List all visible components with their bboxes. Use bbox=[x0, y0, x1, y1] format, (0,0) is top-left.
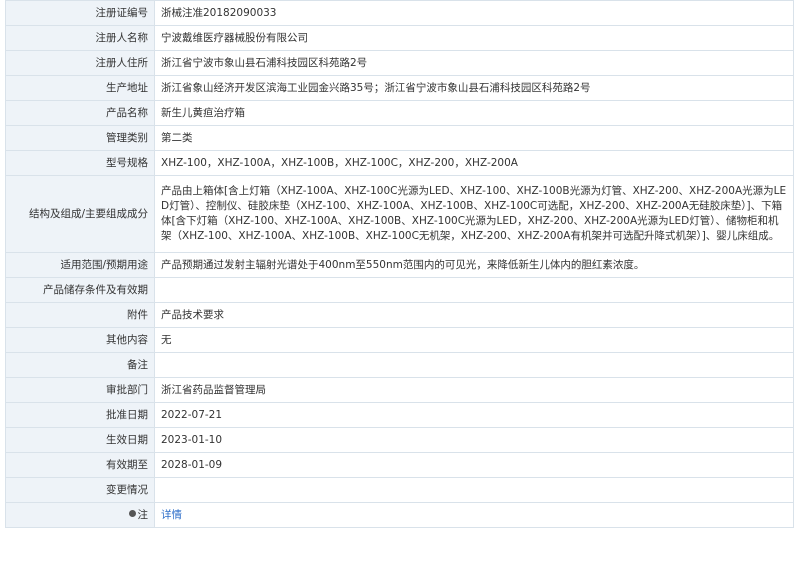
row-change-history: 变更情况 bbox=[5, 477, 794, 503]
row-label: 附件 bbox=[5, 302, 155, 328]
row-label: 其他内容 bbox=[5, 327, 155, 353]
row-remarks: 备注 bbox=[5, 352, 794, 378]
row-value bbox=[154, 352, 794, 378]
row-label: 适用范围/预期用途 bbox=[5, 252, 155, 278]
info-dot-icon bbox=[128, 510, 136, 517]
row-structure-composition: 结构及组成/主要组成成分 产品由上箱体[含上灯箱（XHZ-100A、XHZ-10… bbox=[5, 175, 794, 253]
row-label: 变更情况 bbox=[5, 477, 155, 503]
row-label: 审批部门 bbox=[5, 377, 155, 403]
row-model-spec: 型号规格 XHZ-100，XHZ-100A，XHZ-100B，XHZ-100C，… bbox=[5, 150, 794, 176]
row-storage-conditions: 产品储存条件及有效期 bbox=[5, 277, 794, 303]
row-note: 注 详情 bbox=[5, 502, 794, 528]
row-value: 宁波戴维医疗器械股份有限公司 bbox=[154, 25, 794, 51]
row-value: 浙江省宁波市象山县石浦科技园区科苑路2号 bbox=[154, 50, 794, 76]
row-attachment: 附件 产品技术要求 bbox=[5, 302, 794, 328]
row-value: 浙江省象山经济开发区滨海工业园金兴路35号；浙江省宁波市象山县石浦科技园区科苑路… bbox=[154, 75, 794, 101]
row-label: 管理类别 bbox=[5, 125, 155, 151]
row-value bbox=[154, 477, 794, 503]
row-label: 生产地址 bbox=[5, 75, 155, 101]
row-value bbox=[154, 277, 794, 303]
row-label: 生效日期 bbox=[5, 427, 155, 453]
row-management-category: 管理类别 第二类 bbox=[5, 125, 794, 151]
row-value: 2028-01-09 bbox=[154, 452, 794, 478]
note-label-cell: 注 bbox=[5, 502, 155, 528]
row-value: 产品预期通过发射主辐射光谱处于400nm至550nm范围内的可见光，来降低新生儿… bbox=[154, 252, 794, 278]
row-registration-number: 注册证编号 浙械注准20182090033 bbox=[5, 0, 794, 26]
registration-detail-table: 注册证编号 浙械注准20182090033 注册人名称 宁波戴维医疗器械股份有限… bbox=[5, 0, 794, 528]
row-value: 产品由上箱体[含上灯箱（XHZ-100A、XHZ-100C光源为LED、XHZ-… bbox=[154, 175, 794, 253]
row-label: 有效期至 bbox=[5, 452, 155, 478]
row-production-address: 生产地址 浙江省象山经济开发区滨海工业园金兴路35号；浙江省宁波市象山县石浦科技… bbox=[5, 75, 794, 101]
row-intended-use: 适用范围/预期用途 产品预期通过发射主辐射光谱处于400nm至550nm范围内的… bbox=[5, 252, 794, 278]
row-expiry-date: 有效期至 2028-01-09 bbox=[5, 452, 794, 478]
row-value: XHZ-100，XHZ-100A，XHZ-100B，XHZ-100C，XHZ-2… bbox=[154, 150, 794, 176]
row-registrant-address: 注册人住所 浙江省宁波市象山县石浦科技园区科苑路2号 bbox=[5, 50, 794, 76]
row-value: 新生儿黄疸治疗箱 bbox=[154, 100, 794, 126]
row-value: 2022-07-21 bbox=[154, 402, 794, 428]
row-value: 浙械注准20182090033 bbox=[154, 0, 794, 26]
row-label: 备注 bbox=[5, 352, 155, 378]
row-product-name: 产品名称 新生儿黄疸治疗箱 bbox=[5, 100, 794, 126]
row-approval-department: 审批部门 浙江省药品监督管理局 bbox=[5, 377, 794, 403]
row-other-content: 其他内容 无 bbox=[5, 327, 794, 353]
row-label: 注册人名称 bbox=[5, 25, 155, 51]
row-value: 2023-01-10 bbox=[154, 427, 794, 453]
note-value-cell: 详情 bbox=[154, 502, 794, 528]
row-effective-date: 生效日期 2023-01-10 bbox=[5, 427, 794, 453]
row-label: 批准日期 bbox=[5, 402, 155, 428]
details-link[interactable]: 详情 bbox=[161, 509, 182, 521]
row-registrant-name: 注册人名称 宁波戴维医疗器械股份有限公司 bbox=[5, 25, 794, 51]
row-value: 产品技术要求 bbox=[154, 302, 794, 328]
row-value: 第二类 bbox=[154, 125, 794, 151]
row-label: 型号规格 bbox=[5, 150, 155, 176]
row-label: 产品储存条件及有效期 bbox=[5, 277, 155, 303]
row-value: 浙江省药品监督管理局 bbox=[154, 377, 794, 403]
row-label: 结构及组成/主要组成成分 bbox=[5, 175, 155, 253]
row-approval-date: 批准日期 2022-07-21 bbox=[5, 402, 794, 428]
row-label: 注册人住所 bbox=[5, 50, 155, 76]
row-label: 注册证编号 bbox=[5, 0, 155, 26]
row-label: 产品名称 bbox=[5, 100, 155, 126]
row-value: 无 bbox=[154, 327, 794, 353]
note-label: 注 bbox=[137, 508, 149, 521]
